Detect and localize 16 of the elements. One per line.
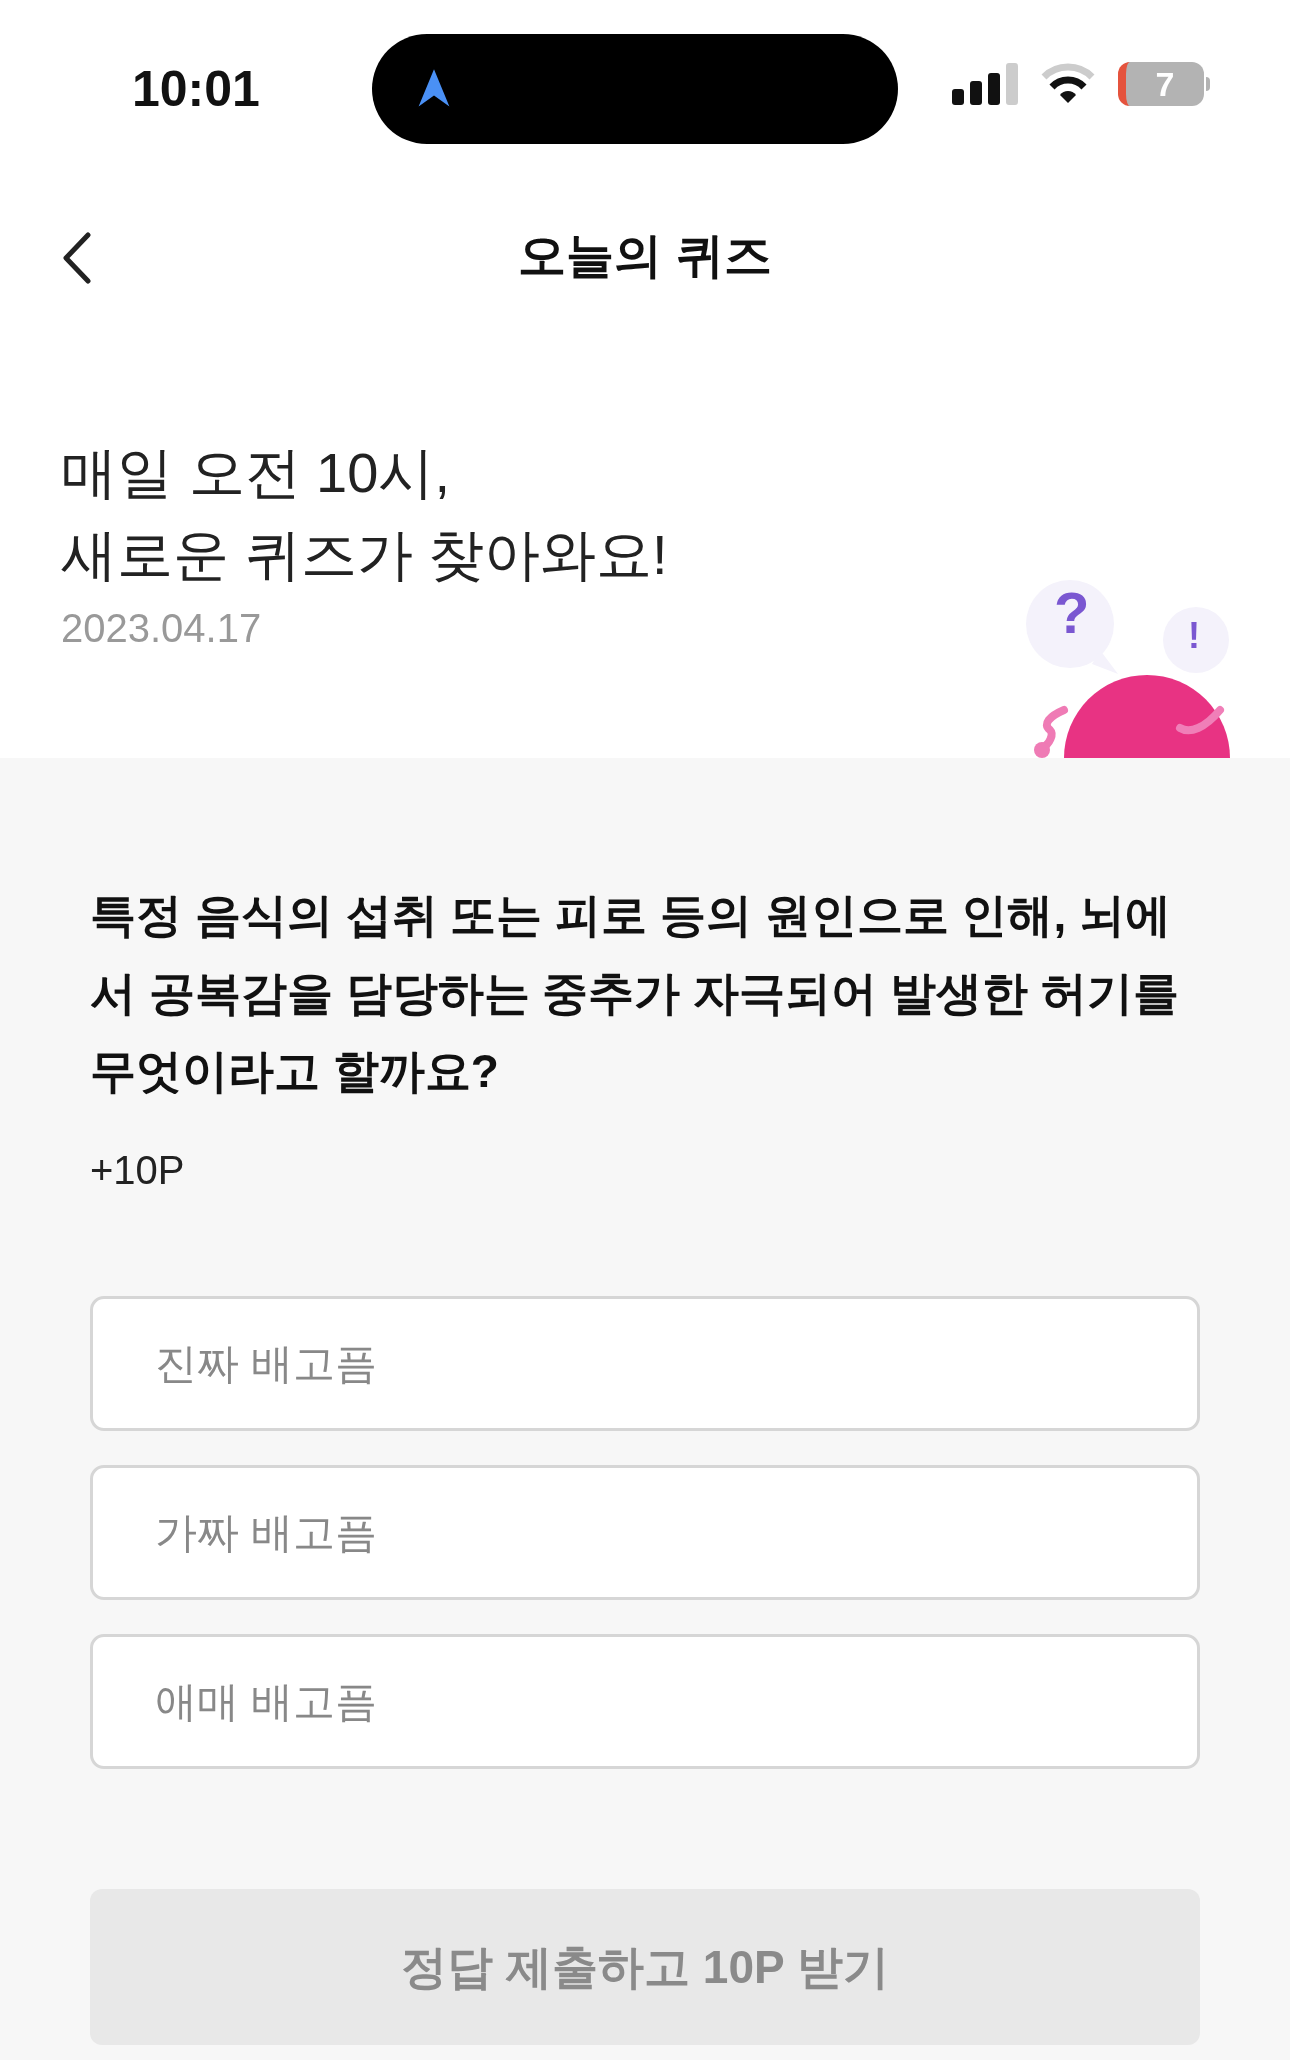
page-title: 오늘의 퀴즈 xyxy=(518,228,772,284)
signal-icon xyxy=(952,63,1018,105)
answer-option[interactable]: 애매 배고픔 xyxy=(90,1634,1200,1769)
intro-heading: 새로운 퀴즈가 찾아와요! xyxy=(61,522,669,588)
quiz-date: 2023.04.17 xyxy=(61,605,262,652)
wifi-icon xyxy=(1040,63,1096,105)
battery-level: 7 xyxy=(1154,67,1176,101)
chevron-left-icon xyxy=(62,232,92,284)
question-mark: ? xyxy=(1054,584,1090,642)
quiz-points: +10P xyxy=(90,1147,186,1194)
answer-option[interactable]: 진짜 배고픔 xyxy=(90,1296,1200,1431)
status-time: 10:01 xyxy=(132,60,261,119)
quiz-question: 특정 음식의 섭취 또는 피로 등의 원인으로 인해, 뇌에서 공복감을 담당하는 중추가 자극되어 발생한 허기를 무엇이라고 할까요? xyxy=(90,888,1180,1099)
answer-option[interactable]: 가짜 배고픔 xyxy=(90,1465,1200,1600)
intro-heading: 매일 오전 10시, xyxy=(61,440,451,506)
exclamation-mark: ! xyxy=(1188,618,1200,654)
